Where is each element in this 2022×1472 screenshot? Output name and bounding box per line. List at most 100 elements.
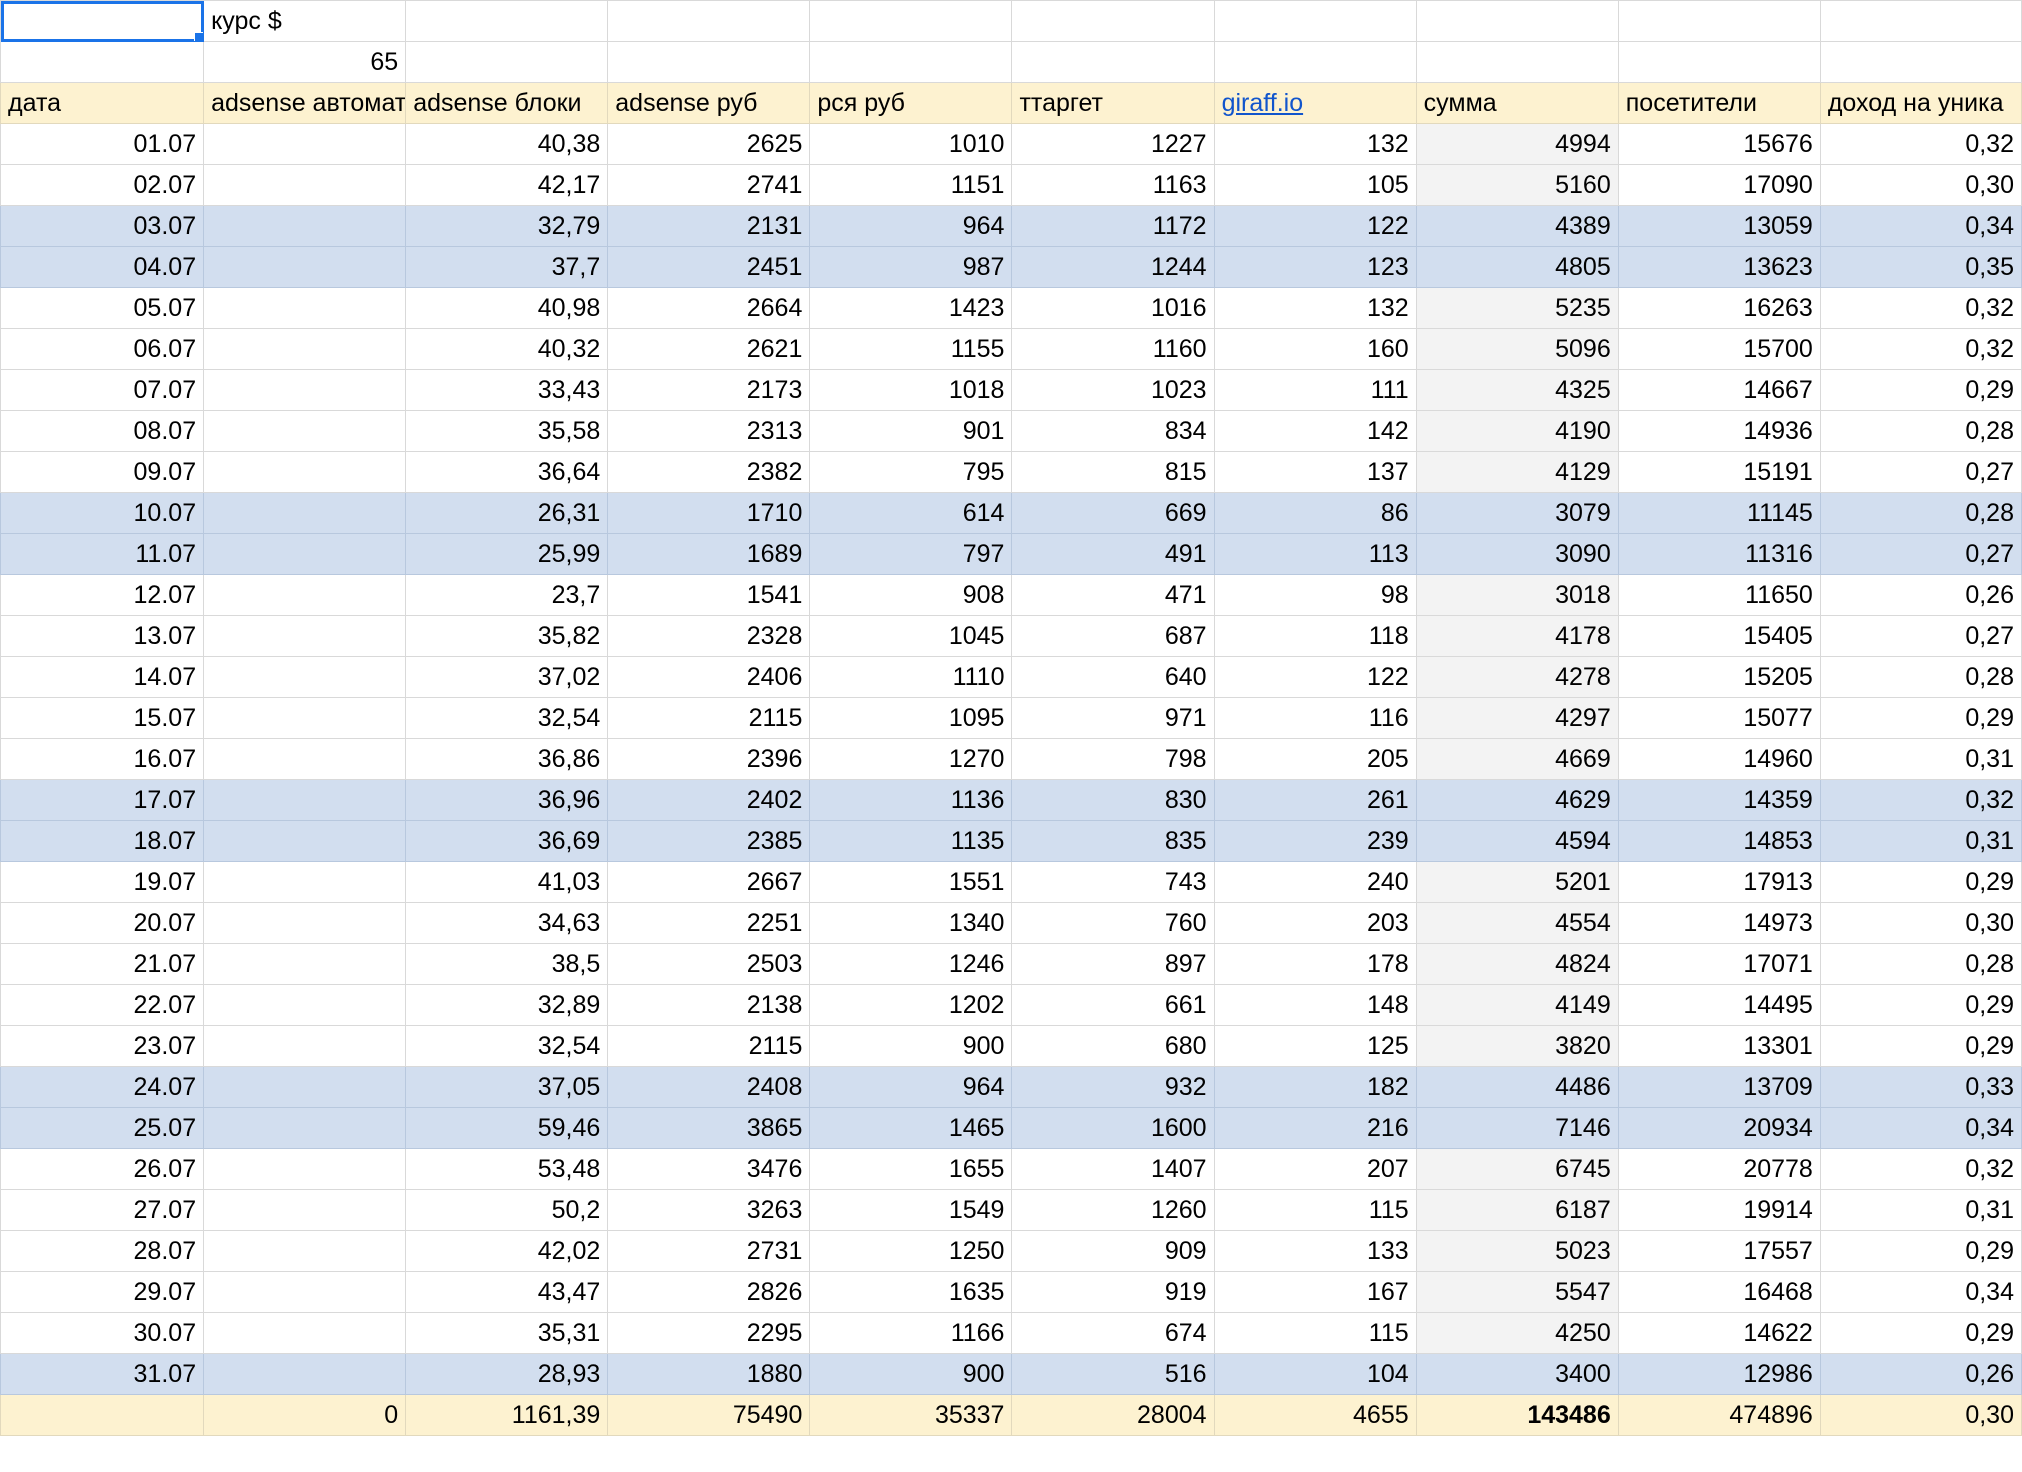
adsense-rub-cell[interactable]: 1541 bbox=[607, 574, 811, 616]
ttarget-cell[interactable]: 669 bbox=[1011, 492, 1215, 534]
adsense-auto-cell[interactable] bbox=[203, 943, 407, 985]
giraff-cell[interactable]: 160 bbox=[1213, 328, 1417, 370]
adsense-auto-cell[interactable] bbox=[203, 164, 407, 206]
ttarget-cell[interactable]: 1260 bbox=[1011, 1189, 1215, 1231]
date-cell[interactable]: 26.07 bbox=[0, 1148, 205, 1190]
giraff-cell[interactable]: 86 bbox=[1213, 492, 1417, 534]
income-per-unique-cell[interactable]: 0,31 bbox=[1819, 738, 2022, 780]
adsense-auto-cell[interactable] bbox=[203, 123, 407, 165]
adsense-blocks-cell[interactable]: 53,48 bbox=[405, 1148, 609, 1190]
giraff-cell[interactable]: 261 bbox=[1213, 779, 1417, 821]
cell[interactable] bbox=[0, 41, 205, 83]
rsya-rub-cell[interactable]: 1340 bbox=[809, 902, 1013, 944]
visitors-cell[interactable]: 11145 bbox=[1617, 492, 1821, 534]
visitors-cell[interactable]: 14973 bbox=[1617, 902, 1821, 944]
selection-fill-handle[interactable] bbox=[194, 32, 203, 41]
adsense-blocks-cell[interactable]: 36,96 bbox=[405, 779, 609, 821]
adsense-rub-cell[interactable]: 2251 bbox=[607, 902, 811, 944]
income-per-unique-cell[interactable]: 0,27 bbox=[1819, 533, 2022, 575]
date-cell[interactable]: 31.07 bbox=[0, 1353, 205, 1395]
sum-cell[interactable]: 4129 bbox=[1415, 451, 1619, 493]
visitors-cell[interactable]: 15205 bbox=[1617, 656, 1821, 698]
header-cell-ttarget[interactable]: ттаргет bbox=[1011, 82, 1215, 124]
rsya-rub-cell[interactable]: 795 bbox=[809, 451, 1013, 493]
sum-cell[interactable]: 5160 bbox=[1415, 164, 1619, 206]
income-per-unique-cell[interactable]: 0,26 bbox=[1819, 574, 2022, 616]
giraff-cell[interactable]: 133 bbox=[1213, 1230, 1417, 1272]
giraff-cell[interactable]: 113 bbox=[1213, 533, 1417, 575]
sum-cell[interactable]: 4805 bbox=[1415, 246, 1619, 288]
income-per-unique-cell[interactable]: 0,31 bbox=[1819, 820, 2022, 862]
giraff-cell[interactable]: 111 bbox=[1213, 369, 1417, 411]
date-cell[interactable]: 12.07 bbox=[0, 574, 205, 616]
giraff-cell[interactable]: 240 bbox=[1213, 861, 1417, 903]
ttarget-cell[interactable]: 491 bbox=[1011, 533, 1215, 575]
income-per-unique-cell[interactable]: 0,30 bbox=[1819, 164, 2022, 206]
sum-cell[interactable]: 4149 bbox=[1415, 984, 1619, 1026]
adsense-auto-cell[interactable] bbox=[203, 1312, 407, 1354]
income-per-unique-cell[interactable]: 0,27 bbox=[1819, 615, 2022, 657]
giraff-cell[interactable]: 122 bbox=[1213, 656, 1417, 698]
visitors-cell[interactable]: 15700 bbox=[1617, 328, 1821, 370]
adsense-rub-cell[interactable]: 2503 bbox=[607, 943, 811, 985]
ttarget-cell[interactable]: 1172 bbox=[1011, 205, 1215, 247]
ttarget-cell[interactable]: 687 bbox=[1011, 615, 1215, 657]
adsense-blocks-cell[interactable]: 38,5 bbox=[405, 943, 609, 985]
header-cell-income-per-unique[interactable]: доход на уника bbox=[1819, 82, 2022, 124]
sum-cell[interactable]: 5201 bbox=[1415, 861, 1619, 903]
ttarget-cell[interactable]: 674 bbox=[1011, 1312, 1215, 1354]
cell[interactable] bbox=[1415, 0, 1619, 42]
date-cell[interactable]: 11.07 bbox=[0, 533, 205, 575]
giraff-cell[interactable]: 115 bbox=[1213, 1189, 1417, 1231]
cell[interactable] bbox=[1011, 41, 1215, 83]
adsense-rub-cell[interactable]: 2664 bbox=[607, 287, 811, 329]
date-cell[interactable]: 05.07 bbox=[0, 287, 205, 329]
adsense-auto-cell[interactable] bbox=[203, 1025, 407, 1067]
header-cell-adsense-blocks[interactable]: adsense блоки bbox=[405, 82, 609, 124]
giraff-cell[interactable]: 203 bbox=[1213, 902, 1417, 944]
adsense-rub-cell[interactable]: 2313 bbox=[607, 410, 811, 452]
sum-cell[interactable]: 4178 bbox=[1415, 615, 1619, 657]
adsense-blocks-cell[interactable]: 40,98 bbox=[405, 287, 609, 329]
ttarget-cell[interactable]: 1016 bbox=[1011, 287, 1215, 329]
rsya-rub-cell[interactable]: 1549 bbox=[809, 1189, 1013, 1231]
adsense-auto-cell[interactable] bbox=[203, 369, 407, 411]
date-cell[interactable]: 22.07 bbox=[0, 984, 205, 1026]
ttarget-cell[interactable]: 1407 bbox=[1011, 1148, 1215, 1190]
date-cell[interactable]: 14.07 bbox=[0, 656, 205, 698]
date-cell[interactable]: 28.07 bbox=[0, 1230, 205, 1272]
adsense-rub-cell[interactable]: 2115 bbox=[607, 1025, 811, 1067]
date-cell[interactable]: 06.07 bbox=[0, 328, 205, 370]
ttarget-cell[interactable]: 1163 bbox=[1011, 164, 1215, 206]
giraff-cell[interactable]: 137 bbox=[1213, 451, 1417, 493]
visitors-cell[interactable]: 14960 bbox=[1617, 738, 1821, 780]
income-per-unique-cell[interactable]: 0,28 bbox=[1819, 656, 2022, 698]
date-cell[interactable]: 04.07 bbox=[0, 246, 205, 288]
giraff-cell[interactable]: 125 bbox=[1213, 1025, 1417, 1067]
income-per-unique-cell[interactable]: 0,34 bbox=[1819, 1271, 2022, 1313]
adsense-blocks-cell[interactable]: 43,47 bbox=[405, 1271, 609, 1313]
header-cell-adsense-rub[interactable]: adsense руб bbox=[607, 82, 811, 124]
ttarget-cell[interactable]: 1160 bbox=[1011, 328, 1215, 370]
income-per-unique-cell[interactable]: 0,29 bbox=[1819, 984, 2022, 1026]
sum-cell[interactable]: 4669 bbox=[1415, 738, 1619, 780]
adsense-rub-cell[interactable]: 2396 bbox=[607, 738, 811, 780]
adsense-rub-cell[interactable]: 2382 bbox=[607, 451, 811, 493]
date-cell[interactable]: 03.07 bbox=[0, 205, 205, 247]
adsense-blocks-cell[interactable]: 37,05 bbox=[405, 1066, 609, 1108]
visitors-cell[interactable]: 13623 bbox=[1617, 246, 1821, 288]
visitors-cell[interactable]: 14667 bbox=[1617, 369, 1821, 411]
rsya-rub-cell[interactable]: 1202 bbox=[809, 984, 1013, 1026]
total-visitors-cell[interactable]: 474896 bbox=[1617, 1394, 1821, 1436]
rsya-rub-cell[interactable]: 1166 bbox=[809, 1312, 1013, 1354]
rsya-rub-cell[interactable]: 1095 bbox=[809, 697, 1013, 739]
visitors-cell[interactable]: 11650 bbox=[1617, 574, 1821, 616]
ttarget-cell[interactable]: 834 bbox=[1011, 410, 1215, 452]
adsense-rub-cell[interactable]: 2731 bbox=[607, 1230, 811, 1272]
adsense-rub-cell[interactable]: 2625 bbox=[607, 123, 811, 165]
visitors-cell[interactable]: 20934 bbox=[1617, 1107, 1821, 1149]
visitors-cell[interactable]: 13059 bbox=[1617, 205, 1821, 247]
giraff-cell[interactable]: 178 bbox=[1213, 943, 1417, 985]
adsense-auto-cell[interactable] bbox=[203, 287, 407, 329]
visitors-cell[interactable]: 17913 bbox=[1617, 861, 1821, 903]
